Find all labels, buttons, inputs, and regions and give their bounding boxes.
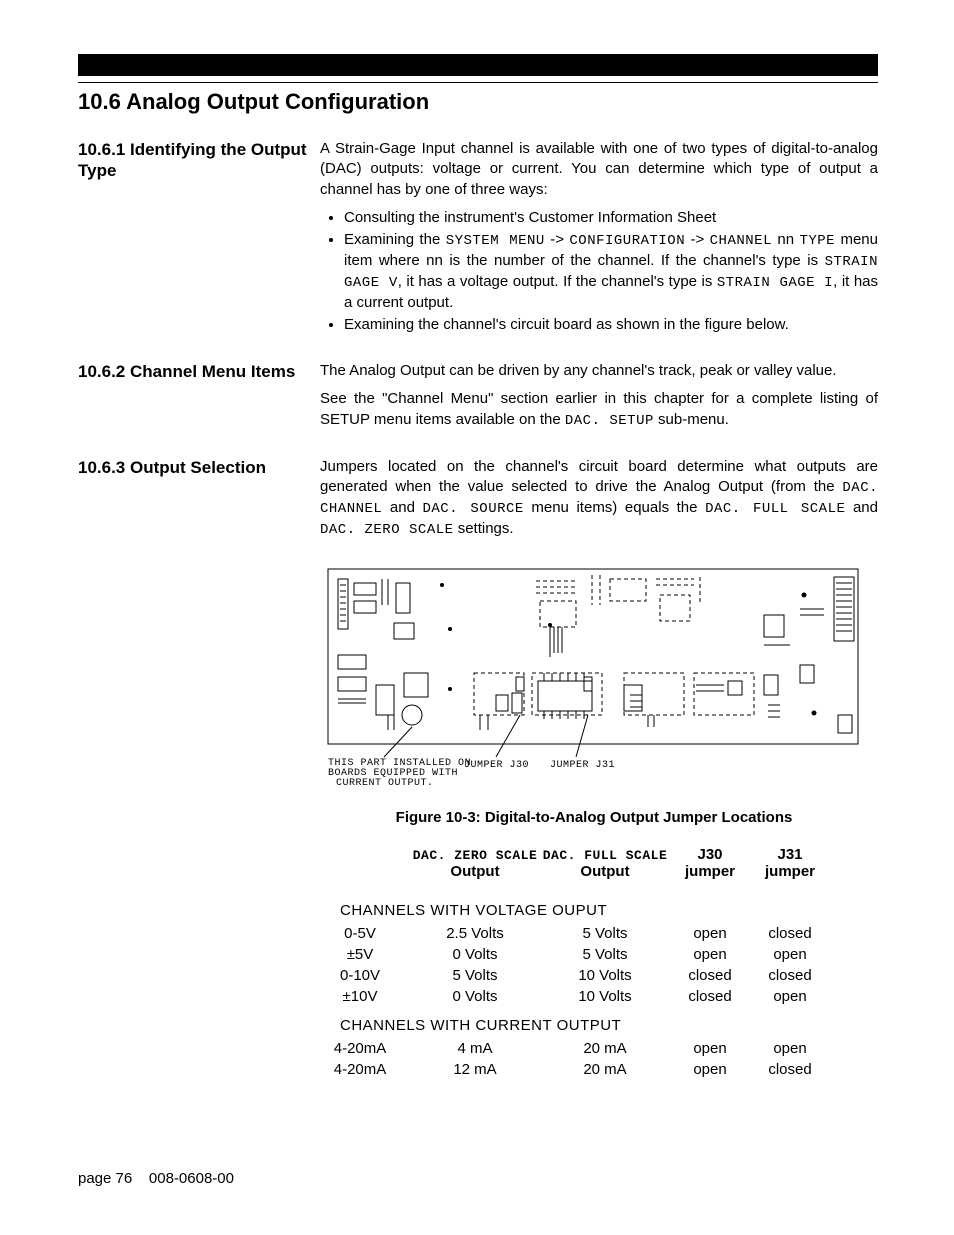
table-header: DAC. ZERO SCALEOutput DAC. FULL SCALEOut… [310,844,878,882]
figure-caption: Figure 10-3: Digital-to-Analog Output Ju… [310,809,878,826]
table-cell: 10 Volts [540,988,670,1005]
header-rule [78,82,878,83]
table-cell: open [670,925,750,942]
list-item: Examining the channel's circuit board as… [344,315,878,335]
table-section-voltage: CHANNELS WITH VOLTAGE OUPUT [310,892,878,923]
figure-10-3: THIS PART INSTALLED ON BOARDS EQUIPPED W… [310,565,878,826]
table-cell: 20 mA [540,1040,670,1057]
subsection-heading: 10.6.2 Channel Menu Items [78,361,320,382]
table-cell: 12 mA [410,1061,540,1078]
paragraph: A Strain-Gage Input channel is available… [320,139,878,200]
table-cell: closed [750,925,830,942]
subsection-heading: 10.6.3 Output Selection [78,457,320,478]
section-title: 10.6 Analog Output Configuration [78,89,878,115]
jumper-j30-label: JUMPER J30 [464,760,529,771]
table-cell: open [750,988,830,1005]
table-cell: 4-20mA [310,1040,410,1057]
table-row: 0-10V5 Volts10 Voltsclosedclosed [310,965,878,986]
page-footer: page 76 008-0608-00 [78,1170,234,1187]
table-cell: 4 mA [410,1040,540,1057]
doc-number: 008-0608-00 [149,1170,234,1187]
table-section-current: CHANNELS WITH CURRENT OUTPUT [310,1007,878,1038]
table-cell: open [670,1061,750,1078]
list-item: Examining the SYSTEM MENU -> CONFIGURATI… [344,230,878,313]
table-cell: 0 Volts [410,988,540,1005]
table-row: 4-20mA12 mA20 mAopenclosed [310,1059,878,1080]
table-cell: open [750,1040,830,1057]
subsection-10-6-3: 10.6.3 Output Selection Jumpers located … [78,457,878,548]
table-row: 4-20mA4 mA20 mAopenopen [310,1038,878,1059]
subsection-10-6-1: 10.6.1 Identifying the Output Type A Str… [78,139,878,343]
table-cell: ±10V [310,988,410,1005]
subsection-10-6-2: 10.6.2 Channel Menu Items The Analog Out… [78,361,878,438]
table-cell: closed [670,988,750,1005]
circuit-board-diagram: THIS PART INSTALLED ON BOARDS EQUIPPED W… [324,565,864,795]
bullet-list: Consulting the instrument's Customer Inf… [320,208,878,335]
table-cell: 0-10V [310,967,410,984]
jumper-table: DAC. ZERO SCALEOutput DAC. FULL SCALEOut… [310,844,878,1080]
table-cell: 20 mA [540,1061,670,1078]
subsection-heading: 10.6.1 Identifying the Output Type [78,139,320,182]
table-cell: closed [670,967,750,984]
table-cell: ±5V [310,946,410,963]
table-cell: 5 Volts [410,967,540,984]
table-cell: closed [750,1061,830,1078]
table-cell: 5 Volts [540,946,670,963]
page-number: page 76 [78,1170,132,1187]
paragraph: The Analog Output can be driven by any c… [320,361,878,381]
list-item: Consulting the instrument's Customer Inf… [344,208,878,228]
table-row: 0-5V2.5 Volts5 Voltsopenclosed [310,923,878,944]
table-row: ±10V0 Volts10 Voltsclosedopen [310,986,878,1007]
table-cell: 4-20mA [310,1061,410,1078]
table-cell: closed [750,967,830,984]
table-cell: 0-5V [310,925,410,942]
table-cell: 5 Volts [540,925,670,942]
figure-note-line: CURRENT OUTPUT. [336,778,434,789]
table-cell: open [670,946,750,963]
table-cell: 0 Volts [410,946,540,963]
table-cell: open [750,946,830,963]
table-cell: open [670,1040,750,1057]
paragraph: See the "Channel Menu" section earlier i… [320,389,878,430]
table-cell: 10 Volts [540,967,670,984]
table-row: ±5V0 Volts5 Voltsopenopen [310,944,878,965]
jumper-j31-label: JUMPER J31 [550,760,615,771]
paragraph: Jumpers located on the channel's circuit… [320,457,878,540]
table-cell: 2.5 Volts [410,925,540,942]
header-bar [78,54,878,76]
